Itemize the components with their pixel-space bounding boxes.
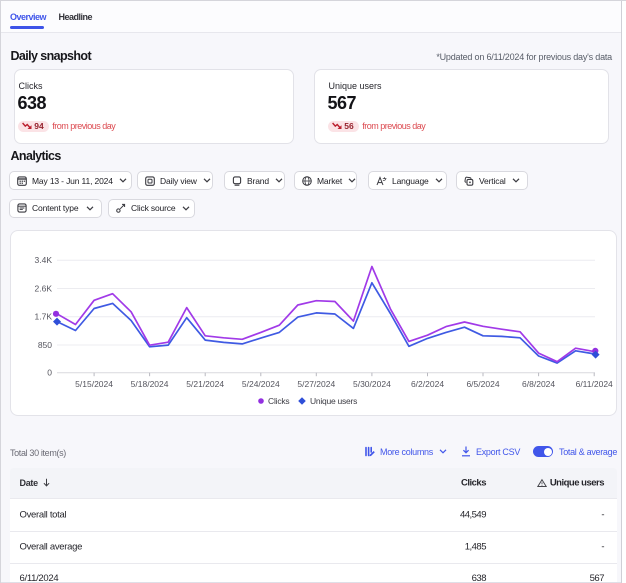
svg-text:850: 850 (38, 340, 52, 350)
svg-text:6/2/2024: 6/2/2024 (411, 379, 444, 389)
svg-text:5/15/2024: 5/15/2024 (75, 379, 113, 389)
svg-text:2.6K: 2.6K (35, 283, 53, 293)
svg-text:1.7K: 1.7K (35, 312, 53, 322)
svg-text:6/5/2024: 6/5/2024 (466, 379, 499, 389)
svg-text:5/30/2024: 5/30/2024 (353, 379, 391, 389)
svg-text:0: 0 (47, 368, 52, 378)
svg-text:6/11/2024: 6/11/2024 (576, 379, 613, 389)
svg-text:6/8/2024: 6/8/2024 (522, 379, 555, 389)
svg-text:5/18/2024: 5/18/2024 (131, 379, 169, 389)
svg-text:3.4K: 3.4K (35, 255, 53, 265)
svg-text:5/21/2024: 5/21/2024 (186, 379, 224, 389)
svg-text:Clicks: Clicks (268, 396, 289, 406)
svg-text:5/24/2024: 5/24/2024 (242, 379, 280, 389)
svg-text:5/27/2024: 5/27/2024 (297, 379, 335, 389)
svg-text:Unique users: Unique users (310, 396, 357, 406)
